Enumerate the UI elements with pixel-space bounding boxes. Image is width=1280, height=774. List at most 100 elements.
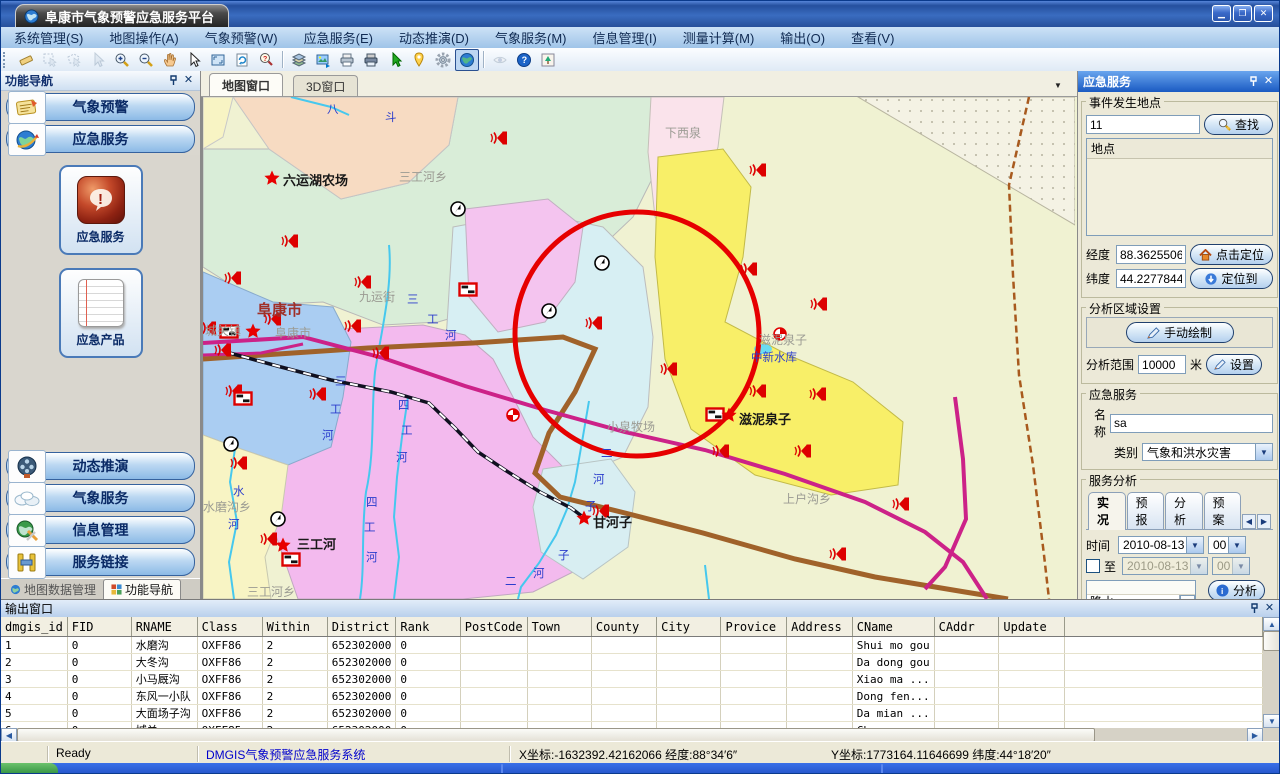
column-header[interactable]: RNAME (131, 617, 197, 637)
analyze-button[interactable]: i 分析 (1208, 580, 1265, 599)
column-header[interactable]: Within (262, 617, 327, 637)
table-row[interactable]: 40东风一小队OXFF8626523020000Dong fen... (1, 688, 1263, 705)
chevron-down-icon[interactable]: ▼ (1049, 77, 1067, 93)
select-poly-icon[interactable] (62, 49, 86, 71)
menu-item[interactable]: 应急服务(E) (291, 28, 386, 47)
green-pointer-icon[interactable] (383, 49, 407, 71)
emergency-service-button[interactable]: ! 应急服务 (59, 165, 143, 255)
table-row[interactable]: 50大面场子沟OXFF8626523020000Da mian ... (1, 705, 1263, 722)
minimize-button[interactable]: ▁ (1212, 5, 1231, 22)
nav-section-info-management[interactable]: 信息管理 (6, 516, 195, 544)
column-header[interactable]: Address (787, 617, 853, 637)
close-icon[interactable]: ✕ (181, 74, 196, 87)
tab-scroll-left-icon[interactable]: ◀ (1242, 514, 1256, 529)
identify-icon[interactable]: ? (254, 49, 278, 71)
menu-item[interactable]: 气象预警(W) (192, 28, 291, 47)
horizontal-scrollbar[interactable]: ◀ ▶ (1, 728, 1263, 742)
analysis-tab-2[interactable]: 预报 (1127, 492, 1165, 529)
select-rect-icon[interactable] (38, 49, 62, 71)
column-header[interactable]: City (657, 617, 721, 637)
analysis-tab-3[interactable]: 分析 (1165, 492, 1203, 529)
tab-scroll-right-icon[interactable]: ▶ (1257, 514, 1271, 529)
column-header[interactable]: CName (852, 617, 934, 637)
analysis-tab-4[interactable]: 预案 (1204, 492, 1242, 529)
menu-item[interactable]: 信息管理(I) (580, 28, 670, 47)
menu-item[interactable]: 测量计算(M) (670, 28, 768, 47)
range-input[interactable] (1138, 355, 1186, 374)
nav-section-weather-warning[interactable]: 气象预警 (6, 93, 195, 121)
latitude-input[interactable] (1116, 269, 1186, 288)
layers-icon[interactable] (287, 49, 311, 71)
goto-location-button[interactable]: 定位到 (1190, 268, 1273, 289)
column-header[interactable]: Class (197, 617, 262, 637)
start-hour-select[interactable]: 00▼ (1208, 536, 1246, 554)
output-table-container[interactable]: dmgis_idFIDRNAMEClassWithinDistrictRankP… (1, 617, 1263, 728)
zoom-in-icon[interactable] (110, 49, 134, 71)
map-canvas[interactable]: 六运湖农场三工河乡下西泉九运街阜康市城关镇阜康市滋泥泉子中新水库小泉牧场滋泥泉子… (201, 97, 1077, 599)
set-range-button[interactable]: 设置 (1206, 354, 1262, 375)
scroll-right-icon[interactable]: ▶ (1247, 728, 1263, 742)
start-date-select[interactable]: 2010-08-13▼ (1118, 536, 1204, 554)
menu-item[interactable]: 动态推演(D) (386, 28, 482, 47)
menu-item[interactable]: 输出(O) (767, 28, 838, 47)
scrollbar-thumb[interactable] (17, 728, 1095, 742)
column-header[interactable]: FID (67, 617, 131, 637)
print-icon[interactable] (335, 49, 359, 71)
column-header[interactable]: dmgis_id (1, 617, 67, 637)
column-header[interactable]: Rank (396, 617, 460, 637)
close-button[interactable]: ✕ (1254, 5, 1273, 22)
placemark-icon[interactable] (407, 49, 431, 71)
analysis-tab-1[interactable]: 实况 (1088, 492, 1126, 530)
nav-section-weather-service[interactable]: 气象服务 (6, 484, 195, 512)
pin-icon[interactable] (1247, 602, 1262, 615)
column-header[interactable]: District (327, 617, 396, 637)
emergency-product-button[interactable]: 应急产品 (59, 268, 143, 358)
scroll-left-icon[interactable]: ◀ (1, 728, 17, 742)
location-search-input[interactable] (1086, 115, 1200, 134)
manual-draw-button[interactable]: 手动绘制 (1126, 322, 1234, 343)
restore-button[interactable]: ❐ (1233, 5, 1252, 22)
menu-item[interactable]: 查看(V) (838, 28, 907, 47)
scene-icon[interactable] (536, 49, 560, 71)
tab-function-nav[interactable]: 功能导航 (103, 579, 181, 599)
vertical-scrollbar[interactable]: ▲ ▼ (1263, 617, 1280, 728)
help-icon[interactable]: ? (512, 49, 536, 71)
pointer-icon[interactable] (182, 49, 206, 71)
column-header[interactable]: PostCode (460, 617, 527, 637)
menu-item[interactable]: 系统管理(S) (1, 28, 96, 47)
to-checkbox[interactable] (1086, 559, 1100, 573)
column-header[interactable]: County (591, 617, 656, 637)
globe-icon[interactable] (455, 49, 479, 71)
column-header[interactable]: Provice (721, 617, 787, 637)
pin-icon[interactable] (1246, 75, 1261, 88)
service-name-input[interactable] (1110, 414, 1273, 433)
os-taskbar[interactable] (1, 763, 1280, 774)
table-row[interactable]: 30小马厩沟OXFF8626523020000Xiao ma ... (1, 671, 1263, 688)
measure-icon[interactable] (14, 49, 38, 71)
pan-icon[interactable] (158, 49, 182, 71)
nav-section-emergency-service[interactable]: 应急服务 (6, 125, 195, 153)
column-header[interactable]: CAddr (934, 617, 999, 637)
scroll-down-icon[interactable]: ▼ (1263, 714, 1280, 728)
refresh-icon[interactable] (230, 49, 254, 71)
scrollbar-thumb[interactable] (1263, 631, 1280, 651)
location-result-list[interactable]: 地点 (1086, 138, 1273, 236)
table-row[interactable]: 10水磨沟OXFF8626523020000Shui mo gou (1, 637, 1263, 654)
eye-icon[interactable] (488, 49, 512, 71)
print-color-icon[interactable] (359, 49, 383, 71)
close-icon[interactable]: ✕ (1261, 75, 1276, 88)
tab-3d-window[interactable]: 3D窗口 (293, 75, 358, 96)
full-extent-icon[interactable] (206, 49, 230, 71)
click-locate-button[interactable]: 点击定位 (1190, 244, 1273, 265)
scroll-up-icon[interactable]: ▲ (1263, 617, 1280, 631)
menu-item[interactable]: 地图操作(A) (96, 28, 191, 47)
column-header[interactable]: Town (527, 617, 591, 637)
factor-list[interactable]: 降水空气温度 ▲ (1086, 580, 1196, 599)
tab-map-data-management[interactable]: 地图数据管理 (3, 580, 103, 599)
close-icon[interactable]: ✕ (1262, 602, 1277, 615)
nav-section-service-links[interactable]: 服务链接 (6, 548, 195, 576)
column-header[interactable]: Update (999, 617, 1064, 637)
toolbar-grip[interactable] (3, 52, 10, 68)
deselect-icon[interactable] (86, 49, 110, 71)
find-button[interactable]: 查找 (1204, 114, 1273, 135)
